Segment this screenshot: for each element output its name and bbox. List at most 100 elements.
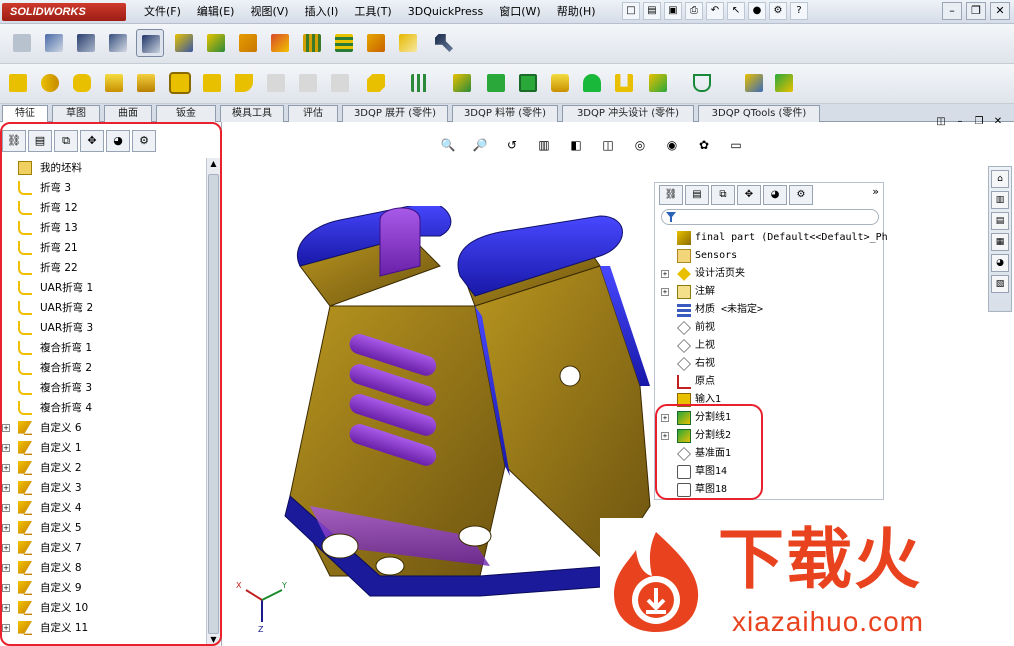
expand-icon[interactable]: +	[661, 414, 669, 422]
feature-tree-item[interactable]: 草图18	[659, 481, 881, 499]
feature-tree-item[interactable]: 基准面1	[659, 445, 881, 463]
edit-tool-button[interactable]	[394, 29, 422, 57]
restore-icon[interactable]: ❐	[966, 2, 986, 20]
extrude-boss-button[interactable]	[4, 69, 32, 97]
viewport-split-icon[interactable]: ◫	[933, 116, 949, 130]
feature-tree-item[interactable]: + 设计活页夹	[659, 265, 881, 283]
tree-item[interactable]: + 自定义 10	[0, 598, 206, 618]
tree-filter-input[interactable]	[661, 209, 879, 225]
measure-button[interactable]	[740, 69, 768, 97]
expand-icon[interactable]: +	[2, 424, 10, 432]
flyout-custom-icon[interactable]: ⚙	[789, 185, 813, 205]
appearance-icon[interactable]: ◕	[106, 130, 130, 152]
feature-tree-item[interactable]: + 注解	[659, 283, 881, 301]
design-library-icon[interactable]: ▥	[991, 191, 1009, 209]
jog-tool-button[interactable]	[202, 29, 230, 57]
hide-show-icon[interactable]: ◎	[627, 132, 653, 158]
menu-tools[interactable]: 工具(T)	[346, 4, 399, 20]
tab-evaluate[interactable]: 评估	[288, 105, 338, 122]
instant3d-button[interactable]	[644, 69, 672, 97]
feature-tree-item[interactable]: 材质 <未指定>	[659, 301, 881, 319]
tree-item[interactable]: 折弯 13	[0, 218, 206, 238]
print-icon[interactable]: ⎙	[685, 2, 703, 20]
section-view-icon[interactable]: ▥	[531, 132, 557, 158]
edit-appearance-icon[interactable]: ◉	[659, 132, 685, 158]
feature-tree-item[interactable]: 上视	[659, 337, 881, 355]
draft-button[interactable]	[326, 69, 354, 97]
tree-item[interactable]: + 自定义 3	[0, 478, 206, 498]
tab-mold-tools[interactable]: 模具工具	[220, 105, 284, 122]
scroll-thumb[interactable]	[208, 174, 219, 634]
tab-tool-button[interactable]	[362, 29, 390, 57]
tab-3dqp-unfold[interactable]: 3DQP 展开 (零件)	[342, 105, 448, 122]
solidworks-resources-icon[interactable]: ⌂	[991, 170, 1009, 188]
dimxpert-icon[interactable]: ✥	[80, 130, 104, 152]
tree-item[interactable]: UAR折弯 3	[0, 318, 206, 338]
tree-item[interactable]: UAR折弯 2	[0, 298, 206, 318]
close-icon[interactable]: ✕	[990, 2, 1010, 20]
new-file-icon[interactable]: □	[622, 2, 640, 20]
combine-button[interactable]	[482, 69, 510, 97]
expand-icon[interactable]: +	[661, 288, 669, 296]
expand-icon[interactable]: +	[661, 432, 669, 440]
tree-item[interactable]: 複合折弯 3	[0, 378, 206, 398]
tab-sketch[interactable]: 草图	[52, 105, 100, 122]
appearances-scenes-icon[interactable]: ◕	[991, 254, 1009, 272]
help-icon[interactable]: ?	[790, 2, 808, 20]
flange-tool-button[interactable]	[234, 29, 262, 57]
flyout-dimxpert-icon[interactable]: ✥	[737, 185, 761, 205]
bend-select-tool-button[interactable]	[136, 29, 164, 57]
expand-icon[interactable]: +	[2, 504, 10, 512]
flyout-appearance-icon[interactable]: ◕	[763, 185, 787, 205]
expand-icon[interactable]: +	[2, 444, 10, 452]
dome-feature-button[interactable]	[578, 69, 606, 97]
tree-item[interactable]: + 自定义 4	[0, 498, 206, 518]
expand-icon[interactable]: +	[661, 270, 669, 278]
custom-panel-icon[interactable]: ⚙	[132, 130, 156, 152]
tree-item[interactable]: 我的坯料	[0, 158, 206, 178]
tree-item[interactable]: + 自定义 6	[0, 418, 206, 438]
tab-3dqp-strip[interactable]: 3DQP 料带 (零件)	[452, 105, 558, 122]
feature-tree-item[interactable]: 草图14	[659, 463, 881, 481]
linear-pattern-button[interactable]	[406, 69, 434, 97]
boundary-button[interactable]	[132, 69, 160, 97]
flyout-feature-manager-icon[interactable]: ⛓	[659, 185, 683, 205]
multi-bend-tool-button[interactable]	[170, 29, 198, 57]
view-palette-icon[interactable]: ▦	[991, 233, 1009, 251]
menu-3dquickpress[interactable]: 3DQuickPress	[400, 4, 492, 20]
tree-item[interactable]: 折弯 22	[0, 258, 206, 278]
viewport-restore-icon[interactable]: ❐	[971, 116, 987, 130]
select-edge-tool-button[interactable]	[40, 29, 68, 57]
left-scrollbar[interactable]: ▲ ▼	[206, 158, 220, 646]
tree-item[interactable]: + 自定义 11	[0, 618, 206, 638]
grid-tool-button[interactable]	[298, 29, 326, 57]
minimize-icon[interactable]: –	[942, 2, 962, 20]
expand-icon[interactable]: +	[2, 584, 10, 592]
curves-button[interactable]	[688, 69, 716, 97]
split-button[interactable]	[546, 69, 574, 97]
feature-tree-item[interactable]: final part (Default<<Default>_Ph	[659, 229, 888, 247]
feature-tree-item[interactable]: 原点	[659, 373, 881, 391]
loft-button[interactable]	[100, 69, 128, 97]
tree-item[interactable]: + 自定义 8	[0, 558, 206, 578]
flyout-property-manager-icon[interactable]: ▤	[685, 185, 709, 205]
tab-surfaces[interactable]: 曲面	[104, 105, 152, 122]
expand-icon[interactable]: +	[2, 464, 10, 472]
viewport-close-icon[interactable]: ✕	[990, 116, 1006, 130]
hem-tool-button[interactable]	[266, 29, 294, 57]
tree-item[interactable]: + 自定义 2	[0, 458, 206, 478]
save-icon[interactable]: ▣	[664, 2, 682, 20]
tree-item[interactable]: + 自定义 9	[0, 578, 206, 598]
shell-button[interactable]	[166, 69, 194, 97]
feature-tree-item[interactable]: Sensors	[659, 247, 881, 265]
dome-button[interactable]	[448, 69, 476, 97]
view-orientation-icon[interactable]: ◧	[563, 132, 589, 158]
feature-tree-item[interactable]: 输入1	[659, 391, 881, 409]
feature-tree-item[interactable]: 右视	[659, 355, 881, 373]
reference-geometry-button[interactable]	[362, 69, 390, 97]
previous-view-icon[interactable]: ↺	[499, 132, 525, 158]
flatten-tool-button[interactable]	[8, 29, 36, 57]
scroll-up-icon[interactable]: ▲	[208, 158, 219, 170]
tree-item[interactable]: + 自定义 5	[0, 518, 206, 538]
scroll-down-icon[interactable]: ▼	[208, 634, 219, 646]
